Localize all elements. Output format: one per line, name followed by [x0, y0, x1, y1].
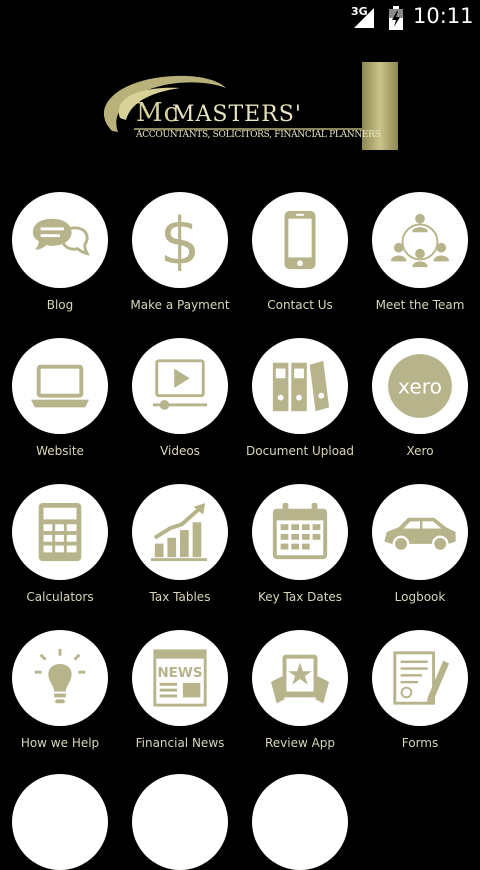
tile-circle[interactable] [12, 338, 108, 434]
tile-label: Review App [264, 736, 336, 750]
signal-icon [354, 8, 374, 28]
tile-meet-the-team[interactable]: Meet the Team [360, 192, 480, 338]
tile-partial-2[interactable] [132, 774, 228, 870]
tile-circle[interactable] [252, 630, 348, 726]
tile-circle[interactable] [252, 484, 348, 580]
tile-label: Financial News [135, 736, 225, 750]
svg-text:NEWS: NEWS [157, 665, 202, 681]
tile-xero[interactable]: xero Xero [360, 338, 480, 484]
tile-blog[interactable]: Blog [0, 192, 120, 338]
tile-label: Xero [406, 444, 434, 458]
car-icon [384, 517, 456, 553]
tile-logbook[interactable]: Logbook [360, 484, 480, 630]
xero-icon: xero [388, 354, 452, 418]
svg-text:$: $ [160, 209, 201, 271]
tile-label: Blog [46, 298, 74, 312]
tile-circle[interactable] [132, 338, 228, 434]
tile-circle[interactable] [132, 484, 228, 580]
svg-text:xero: xero [398, 374, 442, 398]
smartphone-icon [284, 210, 316, 270]
tile-review-app[interactable]: Review App [240, 630, 360, 776]
tile-circle[interactable] [372, 630, 468, 726]
tile-label: Videos [160, 444, 200, 458]
tile-label: Forms [401, 736, 439, 750]
tile-videos[interactable]: Videos [120, 338, 240, 484]
tile-make-a-payment[interactable]: $ Make a Payment [120, 192, 240, 338]
brand-logo: Mc Masters' ACCOUNTANTS, SOLICITORS, FIN… [0, 36, 480, 166]
menu-grid: Blog $ Make a Payment Contact Us Meet th… [0, 192, 480, 776]
tile-calculators[interactable]: Calculators [0, 484, 120, 630]
tile-label: Make a Payment [130, 298, 230, 312]
laptop-icon [30, 364, 90, 408]
tile-label: Logbook [394, 590, 446, 604]
tile-circle[interactable] [12, 192, 108, 288]
tile-label: Contact Us [267, 298, 333, 312]
brand-name-second: Masters' [172, 102, 302, 127]
tile-website[interactable]: Website [0, 338, 120, 484]
battery-icon [389, 6, 403, 30]
chat-bubbles-icon [32, 218, 90, 256]
tile-contact-us[interactable]: Contact Us [240, 192, 360, 338]
tile-label: Meet the Team [375, 298, 465, 312]
tile-circle[interactable] [252, 338, 348, 434]
tile-circle[interactable] [12, 630, 108, 726]
binders-icon [272, 360, 330, 412]
calculator-icon [38, 502, 82, 562]
tile-financial-news[interactable]: NEWS Financial News [120, 630, 240, 776]
bar-chart-icon [150, 502, 208, 562]
tile-label: Tax Tables [149, 590, 211, 604]
tile-label: Website [36, 444, 84, 458]
logo-swoosh-icon [103, 62, 398, 150]
tile-tax-tables[interactable]: Tax Tables [120, 484, 240, 630]
form-pen-icon [393, 651, 450, 705]
tile-forms[interactable]: Forms [360, 630, 480, 776]
tile-label: Document Upload [245, 444, 355, 458]
lightbulb-icon [34, 648, 86, 704]
tile-document-upload[interactable]: Document Upload [240, 338, 360, 484]
calendar-icon [272, 502, 328, 560]
tile-circle[interactable] [372, 192, 468, 288]
clock: 10:11 [413, 4, 474, 28]
tile-circle[interactable]: xero [372, 338, 468, 434]
tile-how-we-help[interactable]: How we Help [0, 630, 120, 776]
tile-circle[interactable] [252, 192, 348, 288]
tile-circle[interactable] [12, 484, 108, 580]
tile-label: Key Tax Dates [257, 590, 343, 604]
tile-key-tax-dates[interactable]: Key Tax Dates [240, 484, 360, 630]
tile-partial-3[interactable] [252, 774, 348, 870]
tile-circle[interactable]: NEWS [132, 630, 228, 726]
dollar-icon: $ [160, 209, 201, 271]
newspaper-icon: NEWS [153, 649, 207, 707]
star-tablet-icon [270, 654, 330, 704]
brand-tagline: ACCOUNTANTS, SOLICITORS, FINANCIAL PLANN… [136, 130, 381, 140]
status-bar: 3G 10:11 [0, 0, 480, 36]
tile-label: Calculators [26, 590, 94, 604]
tile-partial-1[interactable] [12, 774, 108, 870]
video-player-icon [152, 359, 208, 410]
team-icon [390, 213, 450, 268]
tile-circle[interactable] [372, 484, 468, 580]
tile-circle[interactable]: $ [132, 192, 228, 288]
tile-label: How we Help [20, 736, 100, 750]
